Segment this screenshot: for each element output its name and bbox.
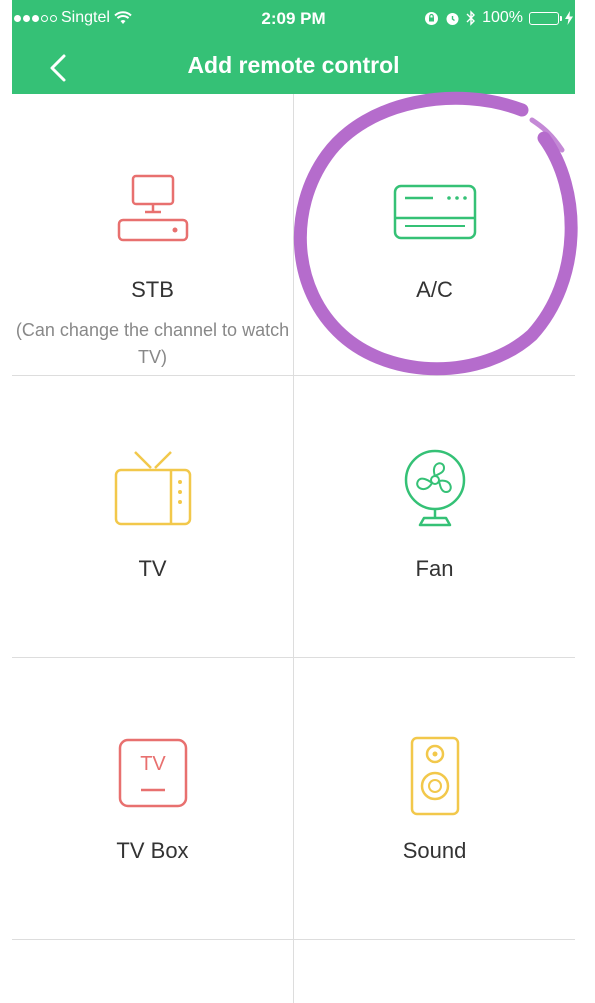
device-fan[interactable]: Fan [294,376,575,658]
tv-box-icon: TV [118,738,187,808]
alarm-icon [446,12,459,25]
device-label: TV [138,556,167,581]
charging-icon [565,11,573,25]
page-title: Add remote control [187,52,400,78]
air-conditioner-icon [393,184,476,240]
screen: Singtel 2:09 PM 100% Add remote control … [12,0,575,1003]
device-tv-box[interactable]: TV TV Box [12,658,293,940]
tv-box-icon-text: TV [140,753,166,775]
tv-icon [114,451,191,526]
device-label: Fan [415,556,454,581]
header: Singtel 2:09 PM 100% Add remote control [12,0,575,94]
battery-percent: 100% [482,9,523,26]
device-grid: STB (Can change the channel to watch TV)… [12,94,575,1003]
nav-bar: Add remote control [12,40,575,94]
device-sublabel: (Can change the channel to watch TV) [15,320,290,367]
fan-icon [404,449,465,527]
device-label: STB [131,277,174,302]
device-ac[interactable]: A/C [294,94,575,376]
device-label: A/C [416,277,453,302]
device-sound[interactable]: Sound [294,658,575,940]
device-tv[interactable]: TV [12,376,293,658]
lock-rotation-icon [425,11,439,25]
speaker-icon [410,736,459,816]
status-bar: Singtel 2:09 PM 100% [12,0,575,40]
battery-icon [529,11,562,25]
stb-icon [117,174,188,242]
status-right: 100% [424,9,573,27]
bluetooth-icon [466,10,476,26]
device-label: TV Box [116,838,189,863]
device-label: Sound [402,838,467,863]
device-stb[interactable]: STB (Can change the channel to watch TV) [12,94,293,376]
